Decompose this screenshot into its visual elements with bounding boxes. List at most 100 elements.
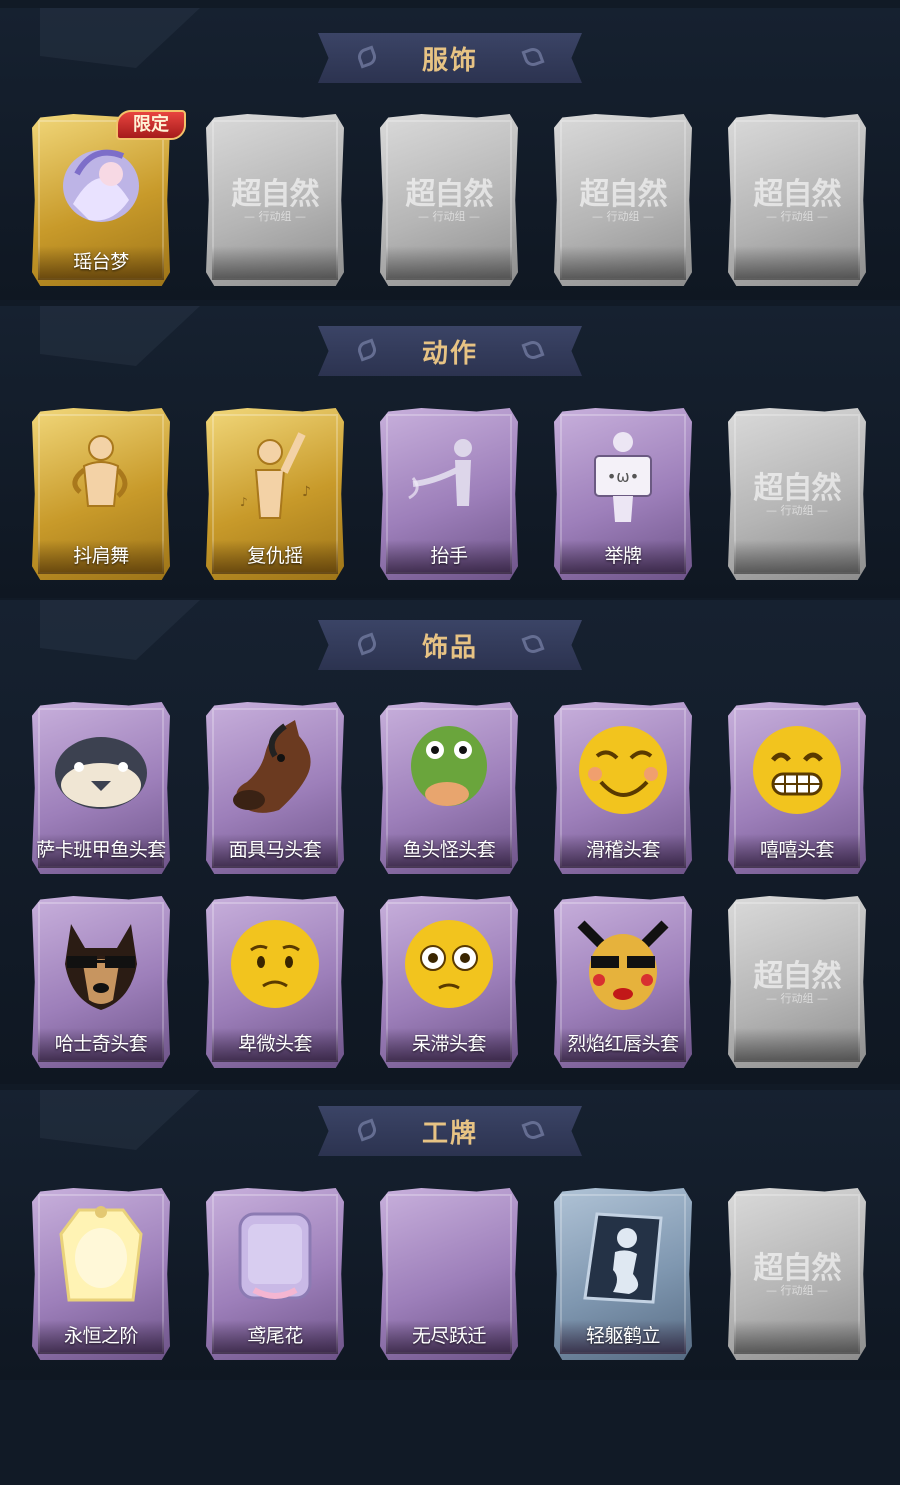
locked-watermark: 超自然 (405, 177, 494, 212)
card-label: 鸢尾花 (247, 1325, 303, 1347)
card-label: 鱼头怪头套 (402, 839, 496, 861)
card-label-bar (212, 246, 338, 280)
card-label: 萨卡班甲鱼头套 (36, 839, 166, 861)
section-banner: 饰品 (318, 620, 582, 670)
locked-watermark: 超自然 (753, 471, 842, 506)
item-card[interactable]: 面具马头套 (206, 702, 344, 874)
section-title: 动作 (421, 338, 478, 369)
locked-watermark-sub: — 行动组 — (766, 1284, 828, 1297)
card-label-bar (560, 246, 686, 280)
ornament-left-icon (355, 45, 379, 69)
card-label: 烈焰红唇头套 (567, 1033, 679, 1055)
card-label-bar (734, 1320, 860, 1354)
revenge-shake-pose-icon: ♪ ♪ (225, 426, 325, 526)
card-label: 嘻嘻头套 (759, 839, 835, 861)
locked-watermark-sub: — 行动组 — (766, 992, 828, 1005)
card-label: 呆滞头套 (411, 1033, 487, 1055)
card-label: 面具马头套 (228, 839, 322, 861)
locked-item-card[interactable]: 超自然 — 行动组 — (380, 114, 518, 286)
husky-mask-icon (51, 914, 151, 1014)
limited-badge: 限定 (116, 110, 186, 140)
locked-watermark-sub: — 行动组 — (244, 210, 306, 223)
ornament-left-icon (355, 632, 379, 656)
locked-watermark-sub: — 行动组 — (418, 210, 480, 223)
locked-item-card[interactable]: 超自然 — 行动组 — (728, 1188, 866, 1360)
shoulder-dance-pose-icon (51, 426, 151, 526)
locked-watermark: 超自然 (579, 177, 668, 212)
locked-item-card[interactable]: 超自然 — 行动组 — (206, 114, 344, 286)
ornament-right-icon (521, 338, 545, 362)
section-title: 服饰 (421, 45, 478, 76)
raise-hand-pose-icon (399, 426, 499, 526)
section-title: 饰品 (421, 632, 478, 663)
ornament-right-icon (521, 45, 545, 69)
section-banner: 动作 (318, 326, 582, 376)
card-label: 哈士奇头套 (54, 1033, 148, 1055)
card-label-bar (386, 246, 512, 280)
blank-badge-icon (399, 1206, 499, 1306)
dazed-face-mask-icon (399, 914, 499, 1014)
item-card[interactable]: •ω• 举牌 (554, 408, 692, 580)
locked-watermark: 超自然 (753, 177, 842, 212)
item-card[interactable]: 滑稽头套 (554, 702, 692, 874)
card-label: 轻躯鹤立 (585, 1325, 661, 1347)
locked-item-card[interactable]: 超自然 — 行动组 — (554, 114, 692, 286)
locked-watermark: 超自然 (753, 959, 842, 994)
item-card[interactable]: 卑微头套 (206, 896, 344, 1068)
ornament-left-icon (355, 338, 379, 362)
item-card[interactable]: ♪ ♪ 复仇摇 (206, 408, 344, 580)
item-card[interactable]: 鸢尾花 (206, 1188, 344, 1360)
card-label-bar (734, 1028, 860, 1062)
red-lips-mask-icon (573, 914, 673, 1014)
golden-badge-icon (51, 1206, 151, 1306)
funny-smile-mask-icon (573, 720, 673, 820)
locked-item-card[interactable]: 超自然 — 行动组 — (728, 114, 866, 286)
iris-badge-icon (225, 1206, 325, 1306)
locked-item-card[interactable]: 超自然 — 行动组 — (728, 408, 866, 580)
item-card[interactable]: 无尽跃迁 (380, 1188, 518, 1360)
humble-face-mask-icon (225, 914, 325, 1014)
section-title: 工牌 (421, 1118, 478, 1149)
horse-head-mask-icon (225, 720, 325, 820)
item-card[interactable]: 嘻嘻头套 (728, 702, 866, 874)
svg-text:♪: ♪ (302, 484, 311, 500)
silhouette-badge-icon (573, 1206, 673, 1306)
item-card[interactable]: 轻躯鹤立 (554, 1188, 692, 1360)
svg-text:•ω•: •ω• (607, 467, 639, 486)
card-label: 永恒之阶 (63, 1325, 139, 1347)
card-label: 瑶台梦 (73, 251, 129, 273)
item-card[interactable]: 烈焰红唇头套 (554, 896, 692, 1068)
ornament-left-icon (355, 1118, 379, 1142)
card-label: 无尽跃迁 (411, 1325, 487, 1347)
item-card[interactable]: 呆滞头套 (380, 896, 518, 1068)
section-banner: 服饰 (318, 33, 582, 83)
green-fish-mask-icon (399, 720, 499, 820)
locked-item-card[interactable]: 超自然 — 行动组 — (728, 896, 866, 1068)
section-banner: 工牌 (318, 1106, 582, 1156)
item-card[interactable]: 抬手 (380, 408, 518, 580)
locked-watermark: 超自然 (753, 1251, 842, 1286)
item-card[interactable]: 鱼头怪头套 (380, 702, 518, 874)
ornament-right-icon (521, 632, 545, 656)
card-label-bar (734, 246, 860, 280)
item-card[interactable]: 萨卡班甲鱼头套 (32, 702, 170, 874)
locked-watermark: 超自然 (231, 177, 320, 212)
card-label: 滑稽头套 (585, 839, 661, 861)
grin-mask-icon (747, 720, 847, 820)
locked-watermark-sub: — 行动组 — (766, 210, 828, 223)
card-label-bar (734, 540, 860, 574)
locked-watermark-sub: — 行动组 — (766, 504, 828, 517)
card-label: 复仇摇 (247, 545, 303, 567)
card-label: 卑微头套 (237, 1033, 313, 1055)
locked-watermark-sub: — 行动组 — (592, 210, 654, 223)
fish-head-mask-icon (51, 720, 151, 820)
ornament-right-icon (521, 1118, 545, 1142)
item-card[interactable]: 永恒之阶 (32, 1188, 170, 1360)
hold-sign-pose-icon: •ω• (573, 426, 673, 526)
item-card[interactable]: 哈士奇头套 (32, 896, 170, 1068)
card-label: 抬手 (430, 545, 468, 567)
card-label: 举牌 (604, 545, 642, 567)
card-label: 抖肩舞 (73, 545, 129, 567)
item-card[interactable]: 抖肩舞 (32, 408, 170, 580)
svg-text:♪: ♪ (240, 495, 248, 509)
